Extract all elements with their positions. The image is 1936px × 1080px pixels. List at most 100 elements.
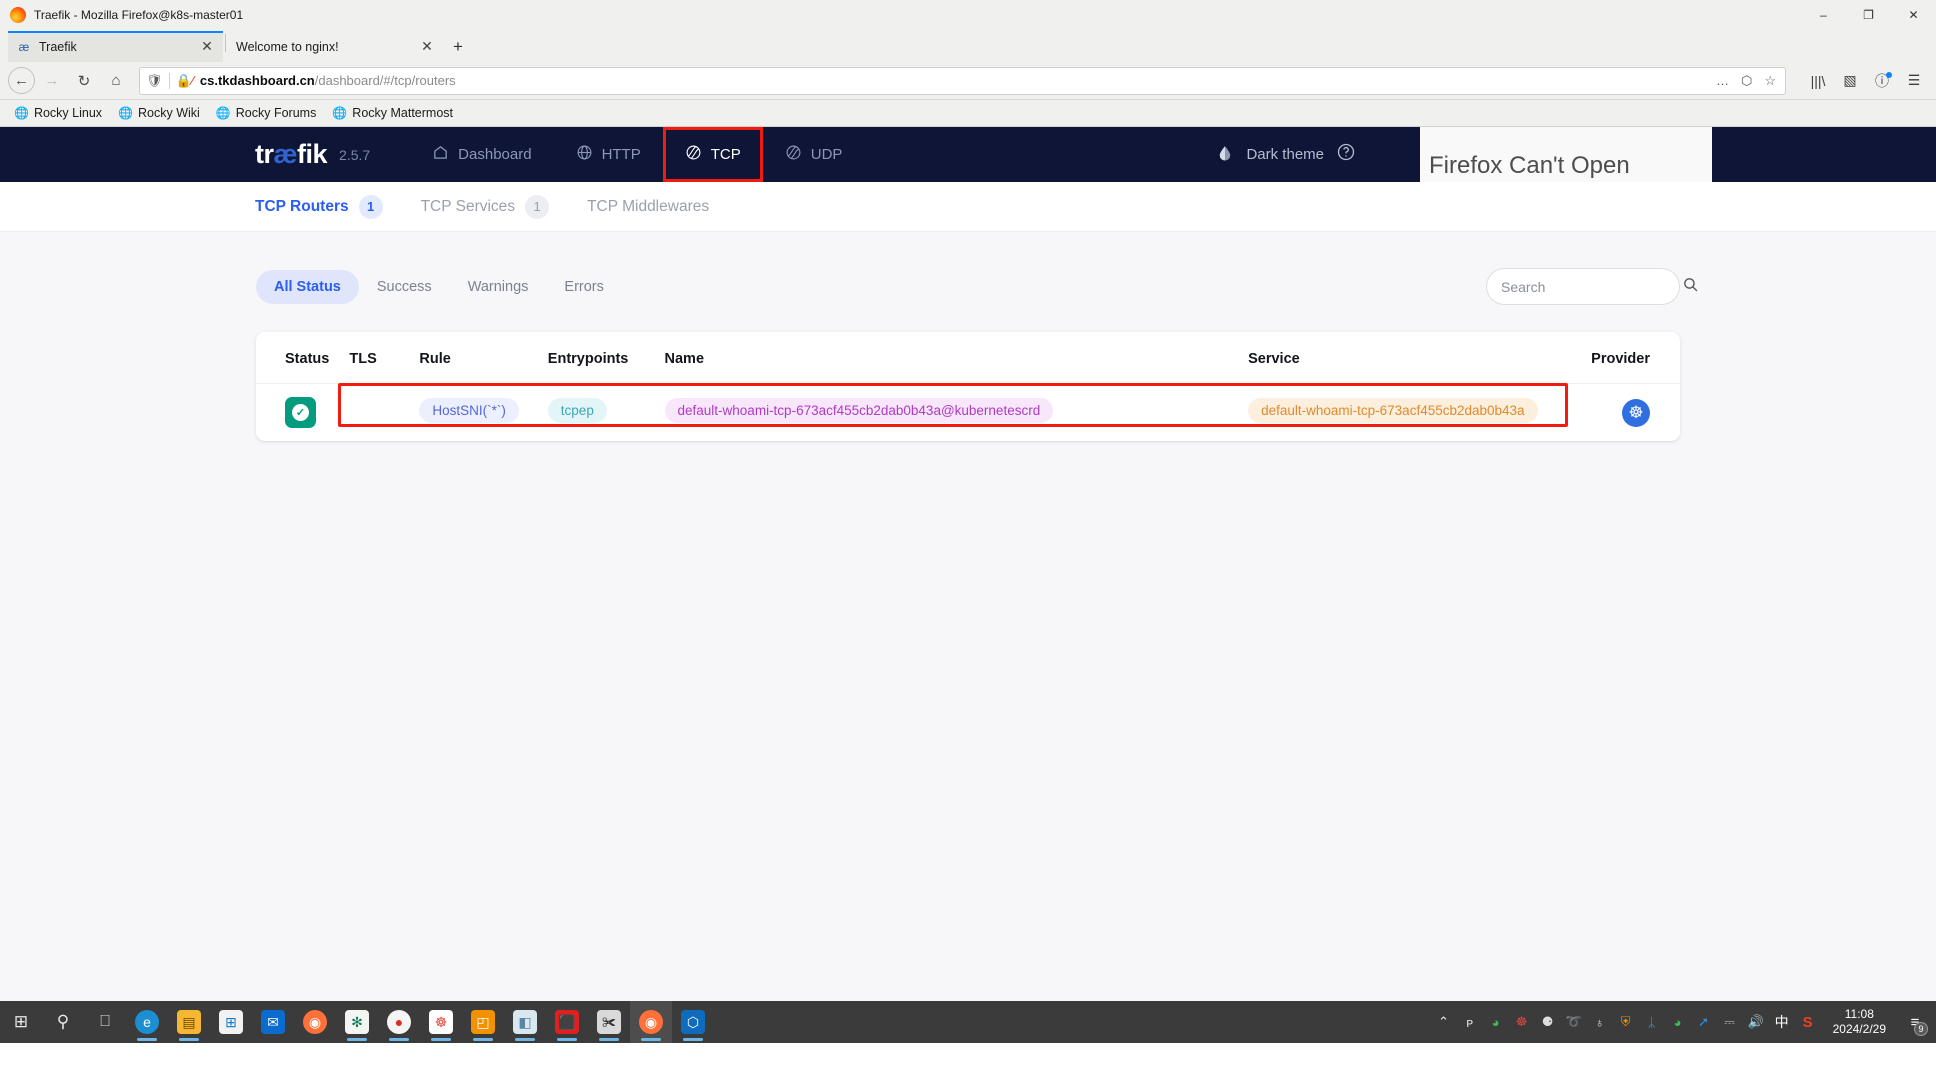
url-bar[interactable]: 🛡 🔒∕ cs.tkdashboard.cn/dashboard/#/tcp/r…: [139, 66, 1786, 95]
broken-lock-icon[interactable]: 🔒∕: [176, 73, 194, 89]
maximize-button[interactable]: ❐: [1846, 0, 1891, 29]
taskbar-app-3[interactable]: ◧: [504, 1001, 546, 1043]
wechat-2-icon[interactable]: ◕: [1665, 1001, 1691, 1043]
column-header-status: Status: [256, 332, 350, 384]
cell-tls: [349, 384, 419, 442]
tab-close-icon[interactable]: ✕: [199, 38, 215, 55]
library-icon[interactable]: |||\: [1804, 67, 1832, 95]
taskbar-mail[interactable]: ✉: [252, 1001, 294, 1043]
bluetooth-icon[interactable]: ᛦ: [1639, 1001, 1665, 1043]
taskbar-edge[interactable]: e: [126, 1001, 168, 1043]
reload-button[interactable]: ↻: [69, 67, 99, 95]
filter-success[interactable]: Success: [359, 270, 450, 304]
traefik-logo[interactable]: træfik: [255, 139, 328, 170]
bookmark-star-icon[interactable]: ☆: [1761, 73, 1779, 89]
app-menu-icon[interactable]: ☰: [1900, 67, 1928, 95]
firefox-logo-icon: [10, 6, 26, 23]
nav-item-http[interactable]: HTTP: [554, 127, 663, 182]
taskbar-chrome[interactable]: ●: [378, 1001, 420, 1043]
taskbar-file-explorer[interactable]: ▤: [168, 1001, 210, 1043]
traefik-version: 2.5.7: [339, 146, 371, 163]
home-button[interactable]: ⌂: [101, 67, 131, 95]
app-tray-3-icon[interactable]: ➚: [1691, 1001, 1717, 1043]
traefik-main-nav: Dashboard HTTP TCP UDP: [410, 127, 864, 182]
app-tray-1-icon[interactable]: ☸: [1509, 1001, 1535, 1043]
taskbar-vscode[interactable]: ⬡: [672, 1001, 714, 1043]
bookmark-rocky-wiki[interactable]: 🌐 Rocky Wiki: [112, 103, 206, 123]
column-header-tls: TLS: [349, 332, 420, 384]
volume-icon[interactable]: 🔊: [1743, 1001, 1769, 1043]
firefox-cant-open-panel: Firefox Can't Open: [1420, 127, 1712, 182]
dark-theme-toggle[interactable]: Dark theme: [1216, 144, 1324, 166]
network-icon[interactable]: ⎓: [1717, 1001, 1743, 1043]
nav-item-label: Dashboard: [458, 146, 532, 163]
forward-button[interactable]: →: [37, 67, 67, 95]
security-shield-icon[interactable]: ⛨: [1613, 1001, 1639, 1043]
taskbar-screenshot-tool[interactable]: ✀: [588, 1001, 630, 1043]
subtab-label: TCP Routers: [255, 197, 349, 215]
taskbar-firefox[interactable]: ◉: [294, 1001, 336, 1043]
traefik-favicon-icon: æ: [18, 39, 30, 54]
table-row[interactable]: ✓ HostSNI(`*`) tcpep default-whoami-tcp-…: [256, 384, 1680, 442]
minimize-button[interactable]: –: [1801, 0, 1846, 29]
taskbar-store[interactable]: ⊞: [210, 1001, 252, 1043]
cell-provider: ☸: [1552, 384, 1680, 442]
globe-icon: 🌐: [118, 106, 133, 120]
taskbar-app-1[interactable]: ☸: [420, 1001, 462, 1043]
back-button[interactable]: ←: [8, 67, 35, 94]
filter-errors[interactable]: Errors: [546, 270, 621, 304]
search-button[interactable]: ⚲: [42, 1001, 84, 1043]
tray-expand-icon[interactable]: ⌃: [1431, 1001, 1457, 1043]
firefox-panel-title: Firefox Can't Open: [1429, 152, 1630, 179]
bookmark-rocky-forums[interactable]: 🌐 Rocky Forums: [210, 103, 323, 123]
filter-warnings[interactable]: Warnings: [450, 270, 547, 304]
account-notification-dot: [1886, 71, 1892, 78]
task-view-button[interactable]: ⎕: [84, 1001, 126, 1043]
search-box[interactable]: [1486, 268, 1698, 305]
page-actions-icon[interactable]: …: [1713, 73, 1732, 88]
browser-title-bar: Traefik - Mozilla Firefox@k8s-master01 –…: [0, 0, 1936, 29]
pocket-icon[interactable]: ⬡: [1738, 73, 1755, 89]
network-globe-icon[interactable]: ♁: [1587, 1001, 1613, 1043]
microphone-icon[interactable]: ᴘ: [1457, 1001, 1483, 1043]
help-icon[interactable]: [1336, 142, 1356, 167]
nav-item-label: HTTP: [601, 146, 641, 163]
taskbar-openai[interactable]: ✻: [336, 1001, 378, 1043]
search-icon[interactable]: [1682, 276, 1699, 297]
new-tab-button[interactable]: +: [443, 31, 473, 62]
app-tray-2-icon[interactable]: ➰: [1561, 1001, 1587, 1043]
bookmark-rocky-mattermost[interactable]: 🌐 Rocky Mattermost: [326, 103, 459, 123]
wechat-icon[interactable]: ◕: [1483, 1001, 1509, 1043]
ime-icon[interactable]: 中: [1769, 1001, 1795, 1043]
taskbar-firefox-active[interactable]: ◉: [630, 1001, 672, 1043]
taskbar-app-4[interactable]: ⬛: [546, 1001, 588, 1043]
qq-icon[interactable]: ⚈: [1535, 1001, 1561, 1043]
subtab-tcp-services[interactable]: TCP Services 1: [421, 194, 587, 219]
nav-item-udp[interactable]: UDP: [763, 127, 865, 182]
search-input[interactable]: [1501, 278, 1682, 295]
kubernetes-icon: ☸: [1622, 398, 1650, 427]
service-chip: default-whoami-tcp-673acf455cb2dab0b43a: [1248, 397, 1538, 423]
action-center-button[interactable]: ≡ 9: [1898, 1001, 1932, 1043]
browser-tab-nginx[interactable]: Welcome to nginx! ✕: [228, 31, 443, 62]
nav-item-tcp[interactable]: TCP: [662, 127, 763, 182]
taskbar-clock[interactable]: 11:08 2024/2/29: [1821, 1007, 1898, 1037]
url-path: /dashboard/#/tcp/routers: [314, 73, 456, 88]
bookmark-rocky-linux[interactable]: 🌐 Rocky Linux: [8, 103, 108, 123]
taskbar-app-2[interactable]: ◰: [462, 1001, 504, 1043]
shield-icon[interactable]: 🛡: [146, 73, 163, 89]
tab-close-icon[interactable]: ✕: [419, 38, 435, 55]
sidebar-icon[interactable]: ▧: [1836, 67, 1864, 95]
account-icon[interactable]: ⓘ: [1868, 67, 1896, 95]
browser-tab-traefik[interactable]: æ Traefik ✕: [8, 31, 223, 62]
close-button[interactable]: ✕: [1891, 0, 1936, 29]
subtab-tcp-middlewares[interactable]: TCP Middlewares: [587, 198, 747, 216]
logo-ae: æ: [273, 139, 298, 169]
sogou-icon[interactable]: S: [1795, 1001, 1821, 1043]
filter-all-status[interactable]: All Status: [256, 269, 359, 304]
screenshot-tool-icon: ✀: [597, 1010, 621, 1034]
subtab-tcp-routers[interactable]: TCP Routers 1: [255, 194, 421, 219]
nav-item-dashboard[interactable]: Dashboard: [410, 127, 553, 182]
start-button[interactable]: ⊞: [0, 1001, 42, 1043]
routers-table-card: Status TLS Rule Entrypoints Name Service…: [256, 332, 1680, 441]
